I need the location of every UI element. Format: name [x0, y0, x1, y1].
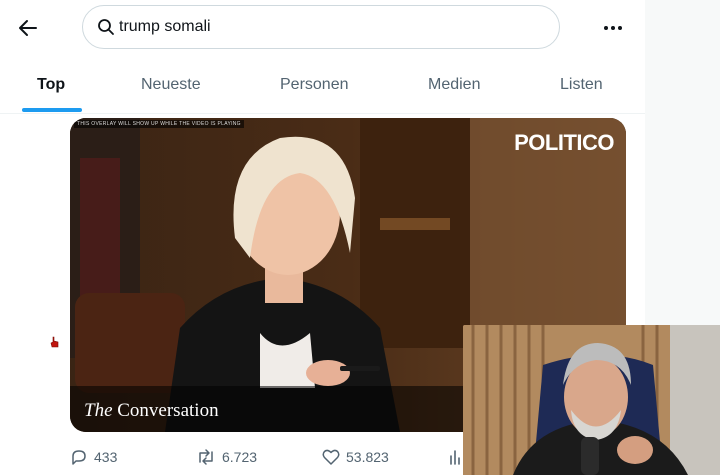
hand-cursor-icon: [50, 336, 59, 348]
more-dot-icon: [604, 26, 608, 30]
top-bar: trump somali: [0, 0, 645, 60]
repost-count: 6.723: [222, 449, 258, 465]
tab-listen[interactable]: Listen: [560, 76, 603, 94]
caption-conversation: Conversation: [117, 400, 219, 421]
more-dot-icon: [618, 26, 622, 30]
tab-personen[interactable]: Personen: [280, 76, 349, 94]
video-caption: The Conversation: [84, 400, 219, 422]
repost-button[interactable]: 6.723: [196, 448, 257, 466]
overlay-notice: THIS OVERLAY WILL SHOW UP WHILE THE VIDE…: [74, 120, 244, 128]
reply-button[interactable]: 433: [70, 448, 117, 466]
heart-icon: [322, 449, 340, 465]
more-options-button[interactable]: [598, 14, 628, 42]
views-icon: [450, 450, 460, 465]
reply-icon: [72, 450, 86, 465]
views-button[interactable]: [449, 448, 463, 466]
tab-neueste[interactable]: Neueste: [141, 76, 201, 94]
repost-icon: [199, 449, 213, 465]
like-count: 53.823: [346, 449, 389, 465]
tab-medien[interactable]: Medien: [428, 76, 480, 94]
politico-logo: POLITICO: [514, 130, 614, 155]
search-query: trump somali: [119, 18, 211, 35]
like-button[interactable]: 53.823: [322, 448, 389, 466]
reply-count: 433: [94, 449, 118, 465]
tab-top[interactable]: Top: [37, 76, 65, 94]
webcam-overlay: [463, 325, 720, 475]
active-tab-indicator: [22, 108, 82, 112]
back-button[interactable]: [14, 14, 42, 42]
caption-the: The: [84, 400, 113, 421]
arrow-left-icon: [19, 20, 37, 36]
webcam-frame: [463, 325, 720, 475]
search-tabs: Top Neueste Personen Medien Listen: [0, 60, 645, 114]
search-icon: [98, 19, 114, 35]
more-dot-icon: [611, 26, 615, 30]
search-input[interactable]: trump somali: [82, 5, 560, 49]
